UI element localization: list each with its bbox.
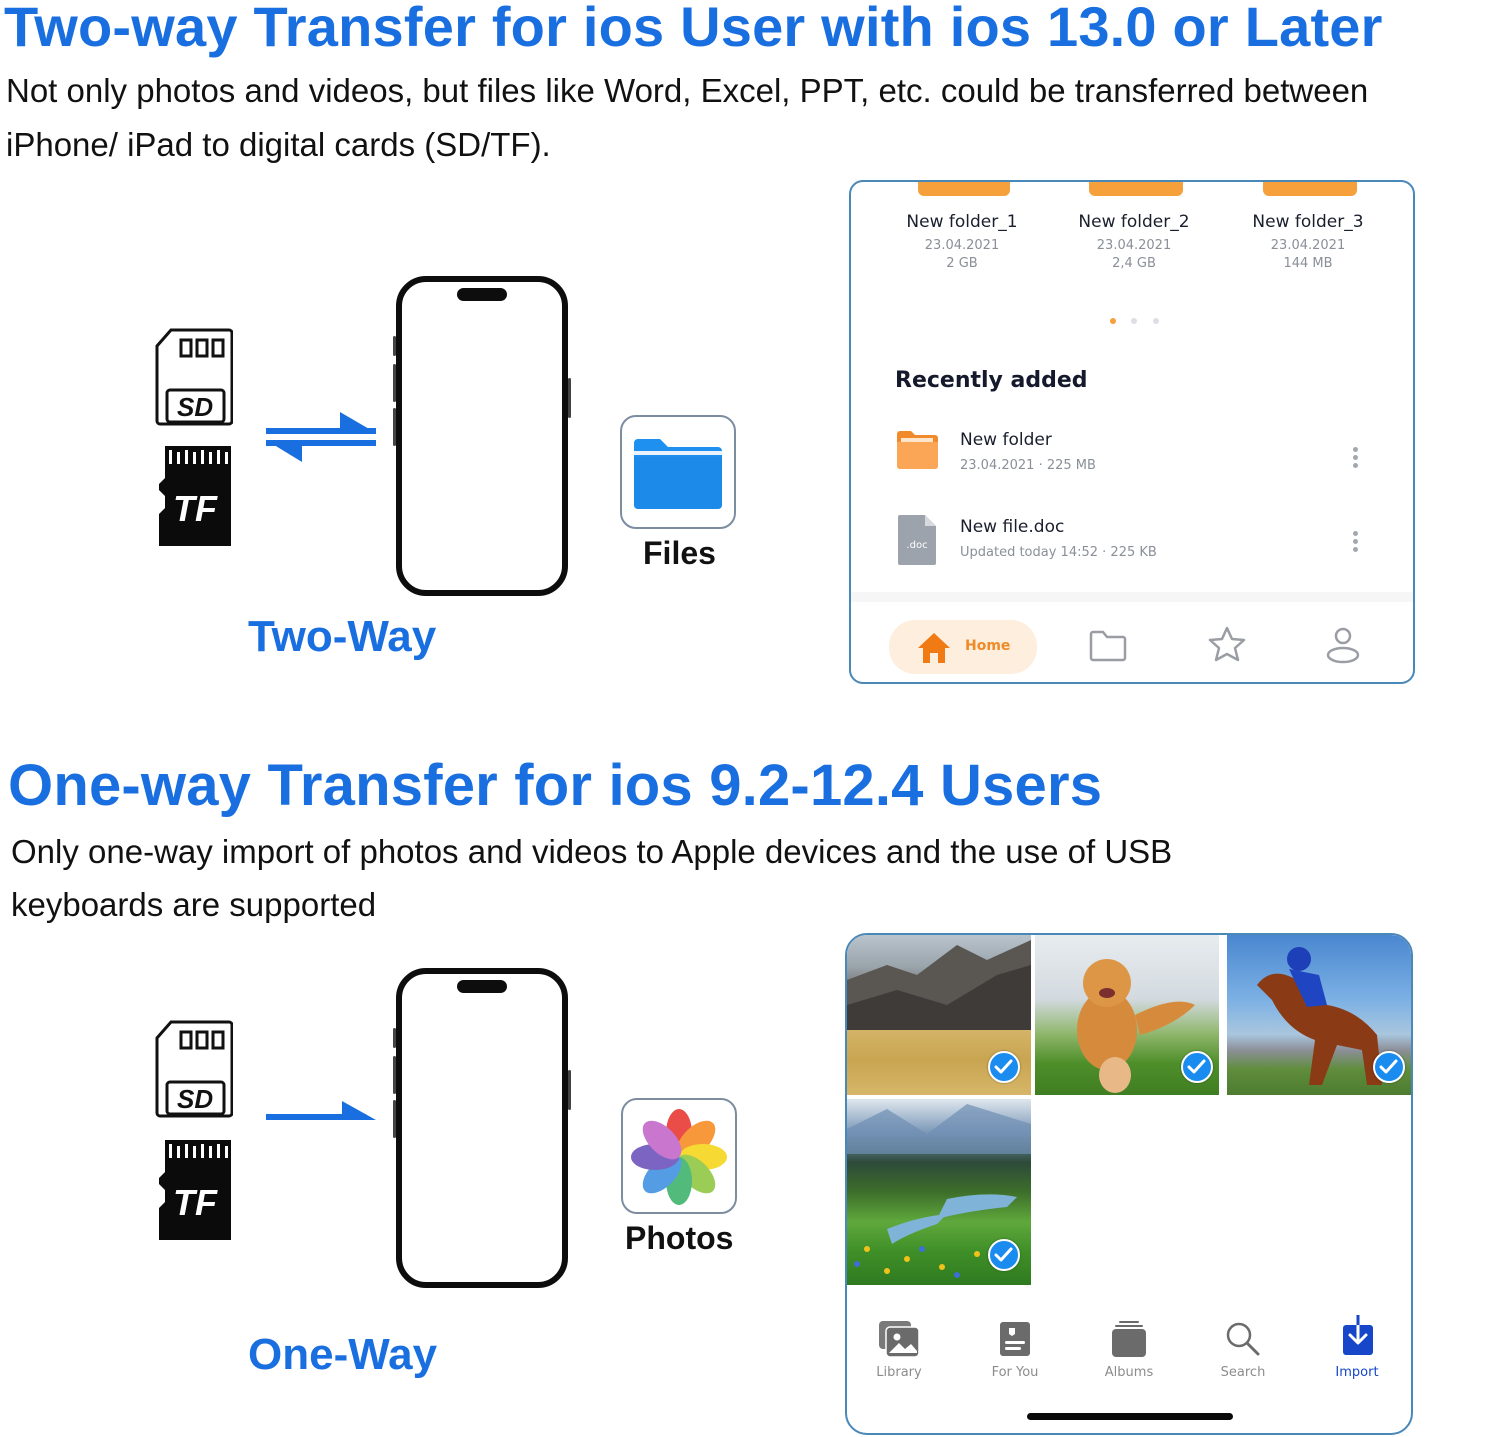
- phone-side-button: [393, 336, 396, 356]
- folder-name: New folder_2: [1078, 212, 1190, 232]
- photos-app-icon[interactable]: [621, 1098, 737, 1214]
- photo-thumbnail-alpine-meadow-river[interactable]: [847, 1099, 1031, 1285]
- folder-card-1-tab: [918, 182, 1010, 196]
- recent-item-folder[interactable]: New folder 23.04.2021 · 225 MB: [891, 422, 1381, 482]
- phone-volume-up: [393, 364, 396, 402]
- recent-item-name: New folder: [960, 430, 1052, 450]
- tab-library-label: Library: [876, 1365, 922, 1380]
- photo-thumbnail-mountain-grassland[interactable]: [847, 935, 1031, 1095]
- selected-check-icon[interactable]: [1373, 1051, 1405, 1083]
- selected-check-icon[interactable]: [1181, 1051, 1213, 1083]
- folder-name: New folder_1: [906, 212, 1018, 232]
- two-way-label: Two-Way: [248, 612, 437, 661]
- two-way-title: Two-way Transfer for ios User with ios 1…: [4, 0, 1383, 58]
- nav-home-tab[interactable]: Home: [889, 620, 1037, 674]
- photo-thumbnail-horse-racing-jockey[interactable]: [1227, 935, 1411, 1095]
- phone-volume-down: [393, 1100, 396, 1138]
- one-way-description-line2: keyboards are supported: [11, 886, 377, 923]
- iphone-outline: [396, 276, 568, 596]
- tab-for-you-label: For You: [991, 1365, 1039, 1380]
- phone-power-button: [568, 378, 571, 418]
- folder-size: 2 GB: [946, 256, 978, 271]
- tf-card-label: TF: [173, 488, 217, 529]
- photos-flower-icon: [631, 1109, 727, 1205]
- files-app-icon[interactable]: [620, 415, 736, 529]
- folder-date: 23.04.2021: [1270, 238, 1346, 253]
- files-app-screenshot: New folder_1 23.04.2021 2 GB New folder_…: [849, 180, 1415, 684]
- sd-card-icon: SD: [155, 1020, 234, 1118]
- more-options-icon[interactable]: [1353, 528, 1358, 555]
- folder-icon: [897, 431, 938, 469]
- folder-icon: [634, 439, 722, 509]
- photos-app-screenshot: Library For You Albums Search Import: [845, 933, 1413, 1435]
- folder-card-3[interactable]: New folder_3 23.04.2021 144 MB: [1237, 212, 1379, 271]
- folder-name: New folder_3: [1252, 212, 1364, 232]
- one-way-label: One-Way: [248, 1330, 438, 1379]
- tf-card-label: TF: [173, 1182, 217, 1223]
- nav-separator: [851, 592, 1413, 602]
- tab-search-label: Search: [1220, 1365, 1266, 1380]
- one-way-description-line1: Only one-way import of photos and videos…: [11, 833, 1173, 870]
- sd-card-label: SD: [177, 392, 214, 422]
- one-way-title: One-way Transfer for ios 9.2-12.4 Users: [8, 753, 1103, 818]
- folder-card-2[interactable]: New folder_2 23.04.2021 2,4 GB: [1063, 212, 1205, 271]
- nav-folder-tab[interactable]: [1089, 630, 1127, 662]
- folder-date: 23.04.2021: [1096, 238, 1172, 253]
- tab-albums-label: Albums: [1104, 1365, 1154, 1380]
- albums-icon: [1112, 1321, 1146, 1357]
- tab-import-label: Import: [1335, 1365, 1379, 1380]
- dynamic-island: [457, 980, 507, 993]
- folder-size: 2,4 GB: [1112, 256, 1156, 271]
- two-way-description-line2: iPhone/ iPad to digital cards (SD/TF).: [6, 126, 551, 163]
- dynamic-island: [457, 288, 507, 301]
- photos-app-label: Photos: [625, 1220, 734, 1256]
- selected-check-icon[interactable]: [988, 1239, 1020, 1271]
- iphone-outline: [396, 968, 568, 1288]
- home-icon: [918, 633, 950, 663]
- recent-item-meta: 23.04.2021 · 225 MB: [960, 458, 1096, 473]
- recently-added-heading: Recently added: [895, 368, 1088, 393]
- sd-card-icon: SD: [155, 328, 234, 426]
- import-icon: [1343, 1315, 1373, 1355]
- recent-item-doc[interactable]: .doc New file.doc Updated today 14:52 · …: [891, 508, 1381, 568]
- bidirectional-arrow-icon: [264, 410, 378, 464]
- doc-file-icon: .doc: [898, 515, 936, 565]
- folder-size: 144 MB: [1283, 256, 1333, 271]
- tf-card-icon: TF: [157, 444, 233, 548]
- folder-card-1[interactable]: New folder_1 23.04.2021 2 GB: [891, 212, 1033, 271]
- tf-card-icon: TF: [157, 1138, 233, 1242]
- for-you-icon: [1000, 1322, 1030, 1356]
- phone-volume-down: [393, 408, 396, 446]
- nav-home-label: Home: [965, 638, 1011, 654]
- folder-card-3-tab: [1263, 182, 1357, 196]
- more-options-icon[interactable]: [1353, 444, 1358, 471]
- pager-dot-1[interactable]: [1110, 318, 1116, 324]
- pager-dot-2[interactable]: [1131, 318, 1137, 324]
- nav-user-tab[interactable]: [1325, 626, 1361, 664]
- recent-item-meta: Updated today 14:52 · 225 KB: [960, 545, 1157, 560]
- phone-side-button: [393, 1028, 396, 1048]
- right-arrow-icon: [264, 1100, 378, 1126]
- phone-power-button: [568, 1070, 571, 1110]
- folder-card-2-tab: [1089, 182, 1183, 196]
- home-indicator[interactable]: [1027, 1413, 1233, 1420]
- nav-star-tab[interactable]: [1208, 626, 1246, 662]
- doc-icon-text: .doc: [906, 540, 927, 551]
- pager-dot-3[interactable]: [1153, 318, 1159, 324]
- folder-date: 23.04.2021: [924, 238, 1000, 253]
- search-icon: [1226, 1322, 1260, 1356]
- phone-volume-up: [393, 1056, 396, 1094]
- photo-thumbnail-golden-retriever[interactable]: [1035, 935, 1219, 1095]
- sd-card-label: SD: [177, 1084, 214, 1114]
- files-app-label: Files: [643, 535, 716, 571]
- two-way-description-line1: Not only photos and videos, but files li…: [6, 72, 1369, 109]
- selected-check-icon[interactable]: [988, 1051, 1020, 1083]
- recent-item-name: New file.doc: [960, 517, 1065, 537]
- library-icon: [879, 1321, 920, 1358]
